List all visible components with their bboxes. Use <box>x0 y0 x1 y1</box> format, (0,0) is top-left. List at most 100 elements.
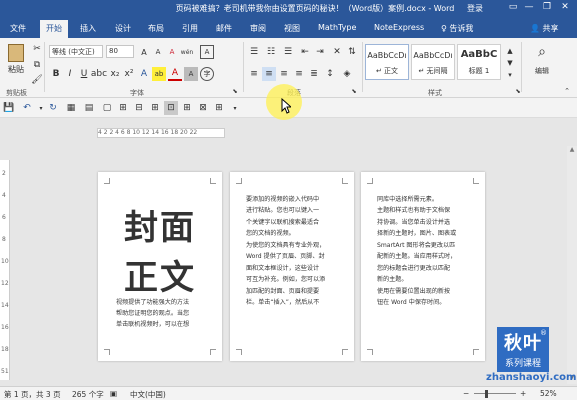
tab-mathtype[interactable]: MathType <box>318 23 356 32</box>
tab-noteexpress[interactable]: NoteExpress <box>374 23 424 32</box>
collapse-ribbon-icon[interactable]: ⌃ <box>560 84 574 98</box>
login-link[interactable]: 登录 <box>467 3 483 14</box>
tell-me-box[interactable]: ♀ 告诉我 <box>441 23 473 34</box>
justify-icon[interactable]: ≡ <box>292 67 306 81</box>
char-border-icon[interactable]: A <box>200 45 214 59</box>
word-count-status[interactable]: 265 个字 <box>72 389 104 400</box>
italic-button[interactable]: I <box>63 67 77 81</box>
bold-button[interactable]: B <box>49 67 63 81</box>
group-divider <box>362 42 363 92</box>
styles-dialog-launcher-icon[interactable]: ⬊ <box>511 84 525 98</box>
document-page-2[interactable]: 要添加的视频的嵌入代码中 进行粘贴。您也可以键入一 个关键字以联机搜索最适合 您… <box>230 172 354 361</box>
tab-layout[interactable]: 布局 <box>148 23 164 34</box>
qat-tool-icon[interactable]: ⊞ <box>148 101 162 115</box>
text-effects-icon[interactable]: A <box>137 67 151 81</box>
redo-icon[interactable]: ↻ <box>46 101 60 115</box>
zoom-slider-thumb[interactable] <box>485 390 488 398</box>
grow-font-icon[interactable]: A <box>137 45 151 59</box>
zoom-out-button[interactable]: − <box>463 389 469 398</box>
increase-indent-icon[interactable]: ⇥ <box>313 45 327 59</box>
cover-title-line-1: 封面 <box>124 208 196 248</box>
save-icon[interactable]: 💾 <box>2 101 16 115</box>
paste-button[interactable]: 粘贴 <box>4 42 28 82</box>
qat-tool-icon[interactable]: ⊟ <box>132 101 146 115</box>
page-corner-mark <box>236 349 242 355</box>
scroll-up-arrow-icon[interactable]: ▲ <box>567 146 577 156</box>
align-right-icon[interactable]: ≡ <box>277 67 291 81</box>
document-page-1[interactable]: 封面 正文 视频提供了功能强大的方法 帮助您证明您的观点。当您 单击联机视频时，… <box>98 172 222 361</box>
font-dialog-launcher-icon[interactable]: ⬊ <box>228 84 242 98</box>
zoom-level[interactable]: 52% <box>540 389 557 398</box>
tab-review[interactable]: 审阅 <box>250 23 266 34</box>
format-painter-icon[interactable]: 🖌 <box>30 73 44 87</box>
strikethrough-icon[interactable]: abc <box>91 67 107 81</box>
clear-format-icon[interactable]: A <box>165 45 179 59</box>
align-center-icon[interactable]: ≡ <box>262 67 276 81</box>
highlight-icon[interactable]: ab <box>152 67 166 81</box>
zoom-slider-track[interactable] <box>474 393 516 394</box>
char-shading-icon[interactable]: A <box>184 67 198 81</box>
ruler-mark: 18 <box>1 346 9 353</box>
qat-tool-icon[interactable]: ⊠ <box>196 101 210 115</box>
style-heading-1[interactable]: AaBbC 标题 1 <box>457 44 501 80</box>
zoom-in-button[interactable]: + <box>520 389 526 398</box>
copy-icon[interactable]: ⧉ <box>30 58 44 72</box>
font-size-combo[interactable]: 80 <box>106 45 134 58</box>
customize-qat-icon[interactable]: ▾ <box>228 101 242 115</box>
editing-button[interactable]: ⌕ 编辑 <box>527 44 557 84</box>
shrink-font-icon[interactable]: A <box>151 45 165 59</box>
chinese-layout-icon[interactable]: ✕ <box>330 45 344 59</box>
close-button[interactable]: ✕ <box>558 2 572 12</box>
font-group-label: 字体 <box>130 89 144 97</box>
new-icon[interactable]: ▦ <box>64 101 78 115</box>
subscript-icon[interactable]: x₂ <box>108 67 122 81</box>
tab-file[interactable]: 文件 <box>10 23 26 34</box>
decrease-indent-icon[interactable]: ⇤ <box>298 45 312 59</box>
page-line: SmartArt 图形将会更改以匹 <box>377 242 456 249</box>
undo-icon[interactable]: ↶ <box>20 101 34 115</box>
restore-button[interactable]: ❐ <box>540 2 554 12</box>
page-line: 进行粘贴。您也可以键入一 <box>246 207 320 214</box>
superscript-icon[interactable]: x² <box>122 67 136 81</box>
ribbon-display-icon[interactable]: ▭ <box>506 2 520 12</box>
open-icon[interactable]: ▤ <box>82 101 96 115</box>
tab-insert[interactable]: 插入 <box>80 23 96 34</box>
tab-view[interactable]: 视图 <box>284 23 300 34</box>
tab-home[interactable]: 开始 <box>40 20 68 38</box>
proofing-icon[interactable]: ▣ <box>110 389 117 398</box>
tab-references[interactable]: 引用 <box>182 23 198 34</box>
share-button[interactable]: 👤 共享 <box>530 23 559 34</box>
document-page-3[interactable]: 同库中选择所需元素。 主题和样式也有助于文档保 持协调。当您单击设计并选 择新的… <box>361 172 485 361</box>
qat-tool-icon[interactable]: ⊡ <box>164 101 178 115</box>
qat-tool-icon[interactable]: ⊞ <box>180 101 194 115</box>
styles-more-icon[interactable]: ▾ <box>503 68 517 82</box>
shading-icon[interactable]: ◈ <box>340 67 354 81</box>
sort-icon[interactable]: ⇅ <box>345 45 359 59</box>
bullets-icon[interactable]: ☰ <box>247 45 261 59</box>
minimize-button[interactable]: — <box>522 2 536 12</box>
tab-mailings[interactable]: 邮件 <box>216 23 232 34</box>
page-count-status[interactable]: 第 1 页，共 3 页 <box>4 389 61 400</box>
style-no-spacing[interactable]: AaBbCcDı ↵ 无间隔 <box>411 44 455 80</box>
font-name-combo[interactable]: 等线 (中文正) <box>49 45 103 58</box>
horizontal-ruler[interactable]: 4 2 2 4 6 8 10 12 14 16 18 20 22 <box>97 128 225 138</box>
cut-icon[interactable]: ✂ <box>30 42 44 56</box>
paragraph-dialog-launcher-icon[interactable]: ⬊ <box>347 84 361 98</box>
multilevel-list-icon[interactable]: ☰ <box>281 45 295 59</box>
align-left-icon[interactable]: ≡ <box>247 67 261 81</box>
underline-button[interactable]: U <box>77 67 91 81</box>
style-normal[interactable]: AaBbCcDı ↵ 正文 <box>365 44 409 80</box>
tab-design[interactable]: 设计 <box>115 23 131 34</box>
language-status[interactable]: 中文(中国) <box>130 389 166 400</box>
qat-tool-icon[interactable]: ⊞ <box>212 101 226 115</box>
enclose-char-icon[interactable]: 字 <box>200 67 214 81</box>
numbering-icon[interactable]: ☷ <box>264 45 278 59</box>
phonetic-guide-icon[interactable]: wén <box>180 45 194 59</box>
distributed-icon[interactable]: ≣ <box>307 67 321 81</box>
vertical-scrollbar[interactable]: ▲ ▼ <box>567 146 577 384</box>
print-preview-icon[interactable]: ▢ <box>100 101 114 115</box>
qiuye-logo: 秋叶 系列课程 ® <box>497 327 549 372</box>
line-spacing-icon[interactable]: ↕ <box>323 67 337 81</box>
font-color-icon[interactable]: A <box>168 67 182 81</box>
qat-tool-icon[interactable]: ⊞ <box>116 101 130 115</box>
